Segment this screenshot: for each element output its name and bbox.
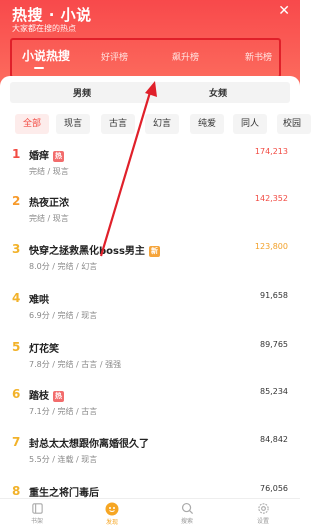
search-count: 76,056 — [260, 484, 288, 493]
list-item[interactable]: 5 灯花笑 7.8分 / 完结 / 古言 / 强强 89,765 — [0, 340, 300, 388]
book-meta: 完结 / 现言 — [29, 167, 69, 176]
book-title: 封总太太想跟你离婚很久了 — [29, 439, 149, 450]
gender-female[interactable]: 女频 — [209, 86, 227, 99]
nav-search[interactable]: 搜索 — [162, 499, 212, 528]
page-subtitle: 大家都在搜的热点 — [12, 24, 76, 33]
chip-campus[interactable]: 校园 — [277, 114, 311, 134]
hot-badge: 热 — [53, 151, 64, 162]
nav-settings[interactable]: 设置 — [238, 499, 288, 528]
list-item[interactable]: 7 封总太太想跟你离婚很久了 5.5分 / 连载 / 现言 84,842 — [0, 435, 300, 483]
rank-number: 7 — [12, 435, 21, 449]
book-meta: 完结 / 现言 — [29, 214, 69, 223]
rank-number: 1 — [12, 147, 21, 161]
tab-rising[interactable]: 飙升榜 — [172, 50, 199, 63]
book-title: 热夜正浓 — [29, 198, 69, 209]
book-meta: 5.5分 / 连载 / 现言 — [29, 455, 98, 464]
book-meta: 8.0分 / 完结 / 幻言 — [29, 262, 98, 271]
rank-number: 6 — [12, 387, 21, 401]
rank-number: 3 — [12, 242, 21, 256]
search-count: 91,658 — [260, 291, 288, 300]
search-count: 174,213 — [254, 147, 288, 156]
list-item[interactable]: 8 重生之将门毒后 76,056 — [0, 484, 300, 499]
discover-icon — [105, 502, 119, 516]
settings-icon — [257, 503, 269, 514]
ranking-tabs: 小说热搜 好评榜 飙升榜 新书榜 — [10, 38, 281, 78]
list-item[interactable]: 4 难哄 6.9分 / 完结 / 现言 91,658 — [0, 291, 300, 339]
search-count: 89,765 — [260, 340, 288, 349]
rank-number: 5 — [12, 340, 21, 354]
book-title: 踏枝热 — [29, 391, 64, 402]
new-badge: 新 — [148, 246, 160, 257]
list-item[interactable]: 3 快穿之拯救黑化boss男主新 8.0分 / 完结 / 幻言 123,800 — [0, 242, 300, 290]
rank-number: 8 — [12, 484, 21, 498]
search-count: 123,800 — [254, 242, 288, 251]
bottom-nav: 书架 发现 搜索 设置 — [0, 498, 300, 528]
list-item[interactable]: 1 婚痒热 完结 / 现言 174,213 — [0, 147, 300, 195]
chip-ancient[interactable]: 古言 — [101, 114, 135, 134]
active-tab-indicator — [34, 67, 44, 69]
hot-badge: 热 — [53, 391, 64, 402]
tab-hot-search[interactable]: 小说热搜 — [22, 47, 70, 64]
book-title: 重生之将门毒后 — [29, 488, 99, 499]
tab-top-rated[interactable]: 好评榜 — [101, 50, 128, 63]
chip-pure-love[interactable]: 纯爱 — [190, 114, 224, 134]
tab-new-books[interactable]: 新书榜 — [245, 50, 272, 63]
chip-fantasy[interactable]: 幻言 — [145, 114, 179, 134]
nav-discover[interactable]: 发现 — [87, 499, 137, 528]
book-title: 婚痒热 — [29, 151, 64, 162]
book-meta: 7.1分 / 完结 / 古言 — [29, 407, 98, 416]
chip-fanfic[interactable]: 同人 — [233, 114, 267, 134]
gender-male[interactable]: 男频 — [73, 86, 91, 99]
search-icon — [181, 502, 193, 515]
page-title: 热搜 · 小说 — [12, 6, 92, 24]
chip-modern[interactable]: 现言 — [56, 114, 90, 134]
search-count: 84,842 — [260, 435, 288, 444]
list-item[interactable]: 2 热夜正浓 完结 / 现言 142,352 — [0, 194, 300, 242]
search-count: 142,352 — [254, 194, 288, 203]
book-meta: 7.8分 / 完结 / 古言 / 强强 — [29, 360, 122, 369]
rank-number: 2 — [12, 194, 21, 208]
book-title: 难哄 — [29, 295, 49, 306]
close-icon[interactable]: ✕ — [278, 4, 290, 18]
chip-all[interactable]: 全部 — [15, 114, 49, 134]
book-title: 灯花笑 — [29, 344, 59, 355]
book-title: 快穿之拯救黑化boss男主新 — [29, 246, 160, 257]
nav-bookshelf[interactable]: 书架 — [12, 499, 62, 528]
category-chips: 全部 现言 古言 幻言 纯爱 同人 校园 — [0, 114, 311, 134]
search-count: 85,234 — [260, 387, 288, 396]
rank-number: 4 — [12, 291, 21, 305]
bookshelf-icon — [31, 503, 43, 514]
book-meta: 6.9分 / 完结 / 现言 — [29, 311, 98, 320]
list-item[interactable]: 6 踏枝热 7.1分 / 完结 / 古言 85,234 — [0, 387, 300, 435]
gender-toggle: 男频 女频 — [10, 82, 290, 103]
